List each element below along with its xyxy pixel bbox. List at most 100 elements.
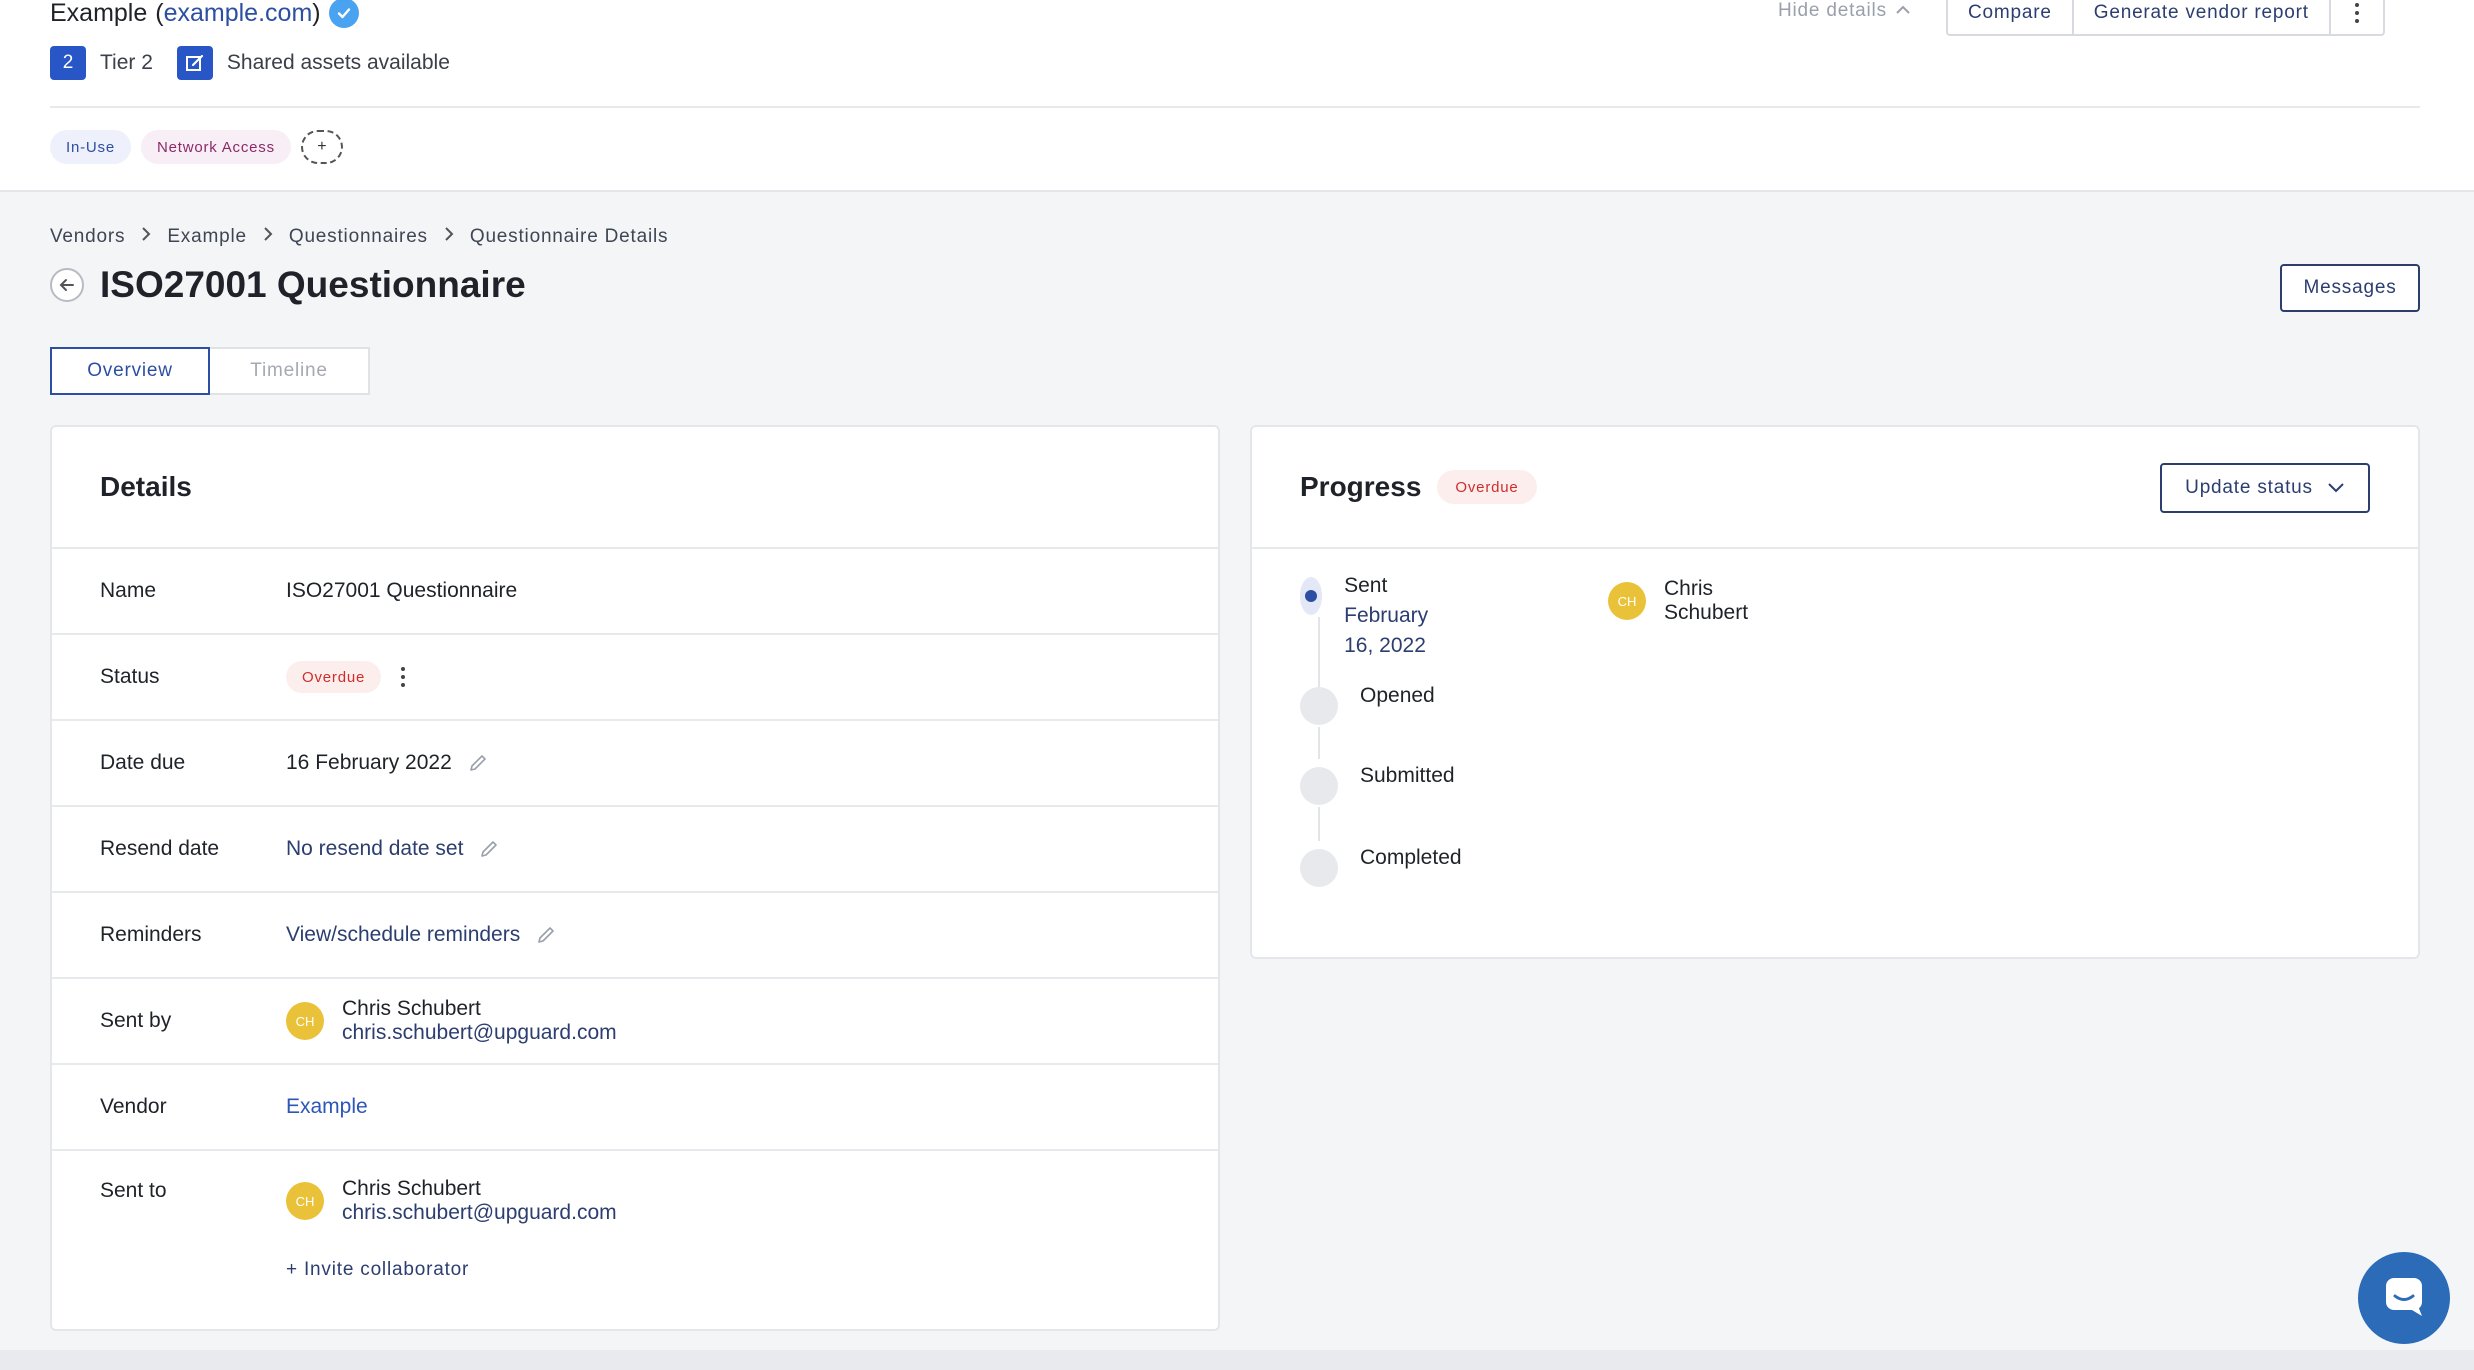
date-due-value: 16 February 2022	[286, 751, 452, 774]
tier-badge[interactable]: 2	[50, 46, 86, 80]
hide-details-toggle[interactable]: Hide details	[1778, 0, 1911, 22]
chevron-right-icon	[263, 226, 273, 248]
chat-launcher-button[interactable]	[2358, 1252, 2450, 1344]
page-title: ISO27001 Questionnaire	[100, 264, 526, 305]
pencil-icon[interactable]	[536, 925, 556, 945]
more-options-button[interactable]	[2331, 0, 2383, 34]
reminders-link[interactable]: View/schedule reminders	[286, 923, 520, 947]
invite-collaborator-button[interactable]: + Invite collaborator	[286, 1259, 617, 1281]
vendor-link[interactable]: Example	[286, 1095, 368, 1119]
page-bottom-band	[0, 1350, 2474, 1370]
recipient-name: Chris Schubert	[342, 1177, 481, 1200]
vendor-domain-link[interactable]: example.com	[164, 0, 313, 27]
detail-label: Sent to	[100, 1179, 167, 1202]
kebab-menu-icon[interactable]	[401, 667, 406, 687]
status-badge: Overdue	[286, 661, 382, 693]
domain-paren-close: )	[312, 0, 321, 27]
breadcrumb: Vendors Example Questionnaires Questionn…	[50, 226, 668, 248]
detail-label: Name	[100, 579, 157, 602]
breadcrumb-vendors[interactable]: Vendors	[50, 226, 125, 248]
progress-card: Progress Overdue Update status Sent Febr…	[1250, 425, 2420, 959]
detail-label: Reminders	[100, 923, 202, 946]
detail-label: Resend date	[100, 837, 220, 860]
timeline-connector	[1318, 727, 1320, 759]
tab-overview[interactable]: Overview	[50, 347, 210, 395]
domain-paren-open: (	[155, 0, 164, 27]
detail-label: Vendor	[100, 1095, 167, 1118]
hide-details-label: Hide details	[1778, 0, 1887, 21]
timeline-connector	[1318, 807, 1320, 841]
vendor-tags: In-Use Network Access +	[50, 130, 343, 164]
chevron-up-icon	[1895, 0, 1911, 22]
shared-assets-icon	[176, 46, 213, 80]
header-button-group: Compare Generate vendor report	[1946, 0, 2385, 36]
generate-vendor-report-button[interactable]: Generate vendor report	[2074, 0, 2331, 34]
avatar: CH	[286, 1002, 324, 1040]
details-title: Details	[100, 471, 192, 502]
detail-row-status: Status Overdue	[52, 635, 1218, 721]
title-row: ISO27001 Questionnaire	[50, 264, 526, 306]
add-tag-button[interactable]: +	[300, 130, 343, 164]
vendor-header: Example (example.com) 2 Tier 2 Shared as…	[0, 0, 2474, 192]
step-pending-dot	[1300, 687, 1338, 725]
tier-row: 2 Tier 2 Shared assets available	[50, 46, 450, 80]
tag-in-use[interactable]: In-Use	[50, 130, 131, 164]
tier-label: Tier 2	[100, 51, 153, 74]
detail-row-reminders: Reminders View/schedule reminders	[52, 893, 1218, 979]
detail-row-resend-date: Resend date No resend date set	[52, 807, 1218, 893]
detail-label: Sent by	[100, 1009, 172, 1032]
step-label: Submitted	[1360, 764, 1455, 787]
tab-timeline[interactable]: Timeline	[210, 347, 370, 395]
timeline-step-completed: Completed	[1300, 846, 1462, 887]
update-status-button[interactable]: Update status	[2160, 463, 2370, 513]
tag-network-access[interactable]: Network Access	[140, 130, 291, 164]
chevron-right-icon	[444, 226, 454, 248]
tabs: Overview Timeline	[50, 347, 370, 395]
details-card-header: Details	[52, 427, 1218, 549]
detail-row-name: Name ISO27001 Questionnaire	[52, 549, 1218, 635]
messages-button[interactable]: Messages	[2280, 264, 2420, 312]
detail-label: Date due	[100, 751, 186, 774]
step-pending-dot	[1300, 849, 1338, 887]
step-assignee: CH Chris Schubert	[1608, 577, 1748, 625]
recipient-info: Chris Schubert chris.schubert@upguard.co…	[342, 1177, 617, 1225]
step-pending-dot	[1300, 767, 1338, 805]
status-badge: Overdue	[1437, 470, 1537, 504]
compare-button[interactable]: Compare	[1948, 0, 2074, 34]
chevron-down-icon	[2327, 477, 2345, 499]
back-arrow-icon[interactable]	[50, 268, 84, 302]
vendor-name: Example	[50, 0, 148, 27]
timeline-step-sent: Sent February 16, 2022	[1300, 574, 1444, 661]
timeline-step-opened: Opened	[1300, 684, 1435, 725]
breadcrumb-questionnaires[interactable]: Questionnaires	[289, 226, 428, 248]
progress-title: Progress	[1300, 471, 1422, 502]
header-divider	[50, 106, 2420, 108]
recipient-email[interactable]: chris.schubert@upguard.com	[342, 1201, 617, 1225]
sender-name: Chris Schubert	[342, 997, 481, 1020]
resend-date-link[interactable]: No resend date set	[286, 837, 463, 861]
avatar: CH	[1608, 582, 1646, 620]
details-card: Details Name ISO27001 Questionnaire Stat…	[50, 425, 1220, 1331]
detail-row-vendor: Vendor Example	[52, 1065, 1218, 1151]
chevron-right-icon	[141, 226, 151, 248]
sender-info: Chris Schubert chris.schubert@upguard.co…	[342, 997, 617, 1045]
verified-check-icon	[328, 0, 359, 28]
step-label: Opened	[1360, 684, 1435, 707]
step-label: Sent	[1344, 574, 1388, 597]
pencil-icon[interactable]	[479, 839, 499, 859]
step-date: February 16, 2022	[1344, 604, 1429, 657]
breadcrumb-current: Questionnaire Details	[469, 226, 669, 247]
questionnaire-name-value: ISO27001 Questionnaire	[286, 579, 518, 602]
assignee-name: Chris Schubert	[1664, 577, 1749, 624]
pencil-icon[interactable]	[468, 753, 488, 773]
shared-assets-label[interactable]: Shared assets available	[227, 51, 450, 75]
sender-email[interactable]: chris.schubert@upguard.com	[342, 1021, 617, 1045]
kebab-menu-icon	[2354, 3, 2359, 23]
timeline-step-submitted: Submitted	[1300, 764, 1455, 805]
breadcrumb-example[interactable]: Example	[167, 226, 247, 248]
detail-row-sent-to: Sent to CH Chris Schubert chris.schubert…	[52, 1151, 1218, 1331]
detail-label: Status	[100, 665, 160, 688]
vendor-title: Example (example.com)	[50, 0, 359, 28]
step-current-dot	[1300, 577, 1323, 615]
step-label: Completed	[1360, 846, 1462, 869]
